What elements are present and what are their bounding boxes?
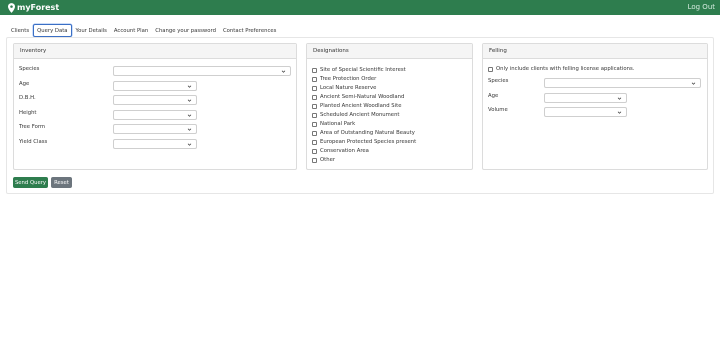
checkbox[interactable]	[312, 85, 317, 91]
designation-option[interactable]: Area of Outstanding Natural Beauty	[312, 130, 415, 136]
designation-option[interactable]: Scheduled Ancient Monument	[312, 112, 400, 118]
top-bar: myForest Log Out	[0, 0, 720, 15]
felling-license-label: Only include clients with felling licens…	[496, 66, 635, 72]
designation-option[interactable]: Conservation Area	[312, 148, 369, 154]
inventory-dbh-label: D.B.H.	[19, 95, 36, 101]
checkbox[interactable]	[312, 139, 317, 145]
checkbox[interactable]	[312, 94, 317, 100]
chevron-down-icon	[187, 128, 192, 131]
felling-species-label: Species	[488, 78, 509, 84]
tab-bar: Clients Query Data Your Details Account …	[8, 24, 280, 37]
chevron-down-icon	[281, 70, 286, 73]
felling-species-select[interactable]	[544, 78, 701, 88]
tab-account-plan[interactable]: Account Plan	[111, 24, 151, 37]
chevron-down-icon	[187, 143, 192, 146]
inventory-height-select[interactable]	[113, 110, 197, 120]
tab-clients[interactable]: Clients	[8, 24, 32, 37]
designation-label: Local Nature Reserve	[320, 85, 377, 91]
brand-name: myForest	[17, 3, 60, 12]
designation-option[interactable]: Tree Protection Order	[312, 76, 376, 82]
inventory-tree-form-select[interactable]	[113, 124, 197, 134]
felling-license-option[interactable]: Only include clients with felling licens…	[488, 66, 634, 72]
designation-option[interactable]: Site of Special Scientific Interest	[312, 67, 406, 73]
designation-option[interactable]: European Protected Species present	[312, 139, 416, 145]
designation-label: Tree Protection Order	[320, 76, 377, 82]
felling-panel-title: Felling	[483, 44, 707, 59]
designation-label: Ancient Semi-Natural Woodland	[320, 94, 405, 100]
designation-label: Other	[320, 157, 336, 163]
designation-label: Conservation Area	[320, 148, 369, 154]
designation-label: Scheduled Ancient Monument	[320, 112, 400, 118]
checkbox[interactable]	[312, 67, 317, 73]
designation-label: European Protected Species present	[320, 139, 417, 145]
inventory-panel-title: Inventory	[14, 44, 296, 59]
checkbox[interactable]	[312, 148, 317, 154]
designation-option[interactable]: Other	[312, 157, 335, 163]
checkbox[interactable]	[488, 66, 493, 72]
inventory-dbh-select[interactable]	[113, 95, 197, 105]
designation-option[interactable]: Local Nature Reserve	[312, 85, 376, 91]
inventory-panel: Inventory	[13, 43, 297, 170]
designations-panel-title: Designations	[307, 44, 472, 59]
logout-link[interactable]: Log Out	[688, 3, 715, 11]
chevron-down-icon	[691, 82, 696, 85]
inventory-yield-class-label: Yield Class	[19, 139, 48, 145]
designation-option[interactable]: National Park	[312, 121, 355, 127]
designation-option[interactable]: Planted Ancient Woodland Site	[312, 103, 401, 109]
map-pin-icon	[8, 2, 15, 13]
felling-age-select[interactable]	[544, 93, 627, 103]
designation-label: Area of Outstanding Natural Beauty	[320, 130, 415, 136]
designation-label: National Park	[320, 121, 356, 127]
checkbox[interactable]	[312, 112, 317, 118]
reset-button[interactable]: Reset	[51, 177, 72, 188]
chevron-down-icon	[617, 97, 622, 100]
send-query-button[interactable]: Send Query	[13, 177, 48, 188]
chevron-down-icon	[187, 99, 192, 102]
inventory-species-select[interactable]	[113, 66, 291, 76]
inventory-species-label: Species	[19, 66, 40, 72]
chevron-down-icon	[187, 85, 192, 88]
inventory-age-label: Age	[19, 81, 30, 87]
inventory-yield-class-select[interactable]	[113, 139, 197, 149]
designation-option[interactable]: Ancient Semi-Natural Woodland	[312, 94, 404, 100]
checkbox[interactable]	[312, 157, 317, 163]
felling-volume-select[interactable]	[544, 107, 627, 117]
felling-volume-label: Volume	[488, 107, 508, 113]
tab-contact-preferences[interactable]: Contact Preferences	[220, 24, 279, 37]
inventory-height-label: Height	[19, 110, 37, 116]
checkbox[interactable]	[312, 103, 317, 109]
felling-age-label: Age	[488, 93, 499, 99]
tab-your-details[interactable]: Your Details	[73, 24, 110, 37]
checkbox[interactable]	[312, 121, 317, 127]
designation-label: Site of Special Scientific Interest	[320, 67, 406, 73]
tab-change-password[interactable]: Change your password	[152, 24, 219, 37]
brand-logo[interactable]: myForest	[8, 2, 59, 13]
chevron-down-icon	[187, 114, 192, 117]
designation-label: Planted Ancient Woodland Site	[320, 103, 402, 109]
inventory-age-select[interactable]	[113, 81, 197, 91]
checkbox[interactable]	[312, 130, 317, 136]
checkbox[interactable]	[312, 76, 317, 82]
tab-query-data[interactable]: Query Data	[33, 24, 72, 37]
inventory-tree-form-label: Tree Form	[19, 124, 46, 130]
chevron-down-icon	[617, 111, 622, 114]
